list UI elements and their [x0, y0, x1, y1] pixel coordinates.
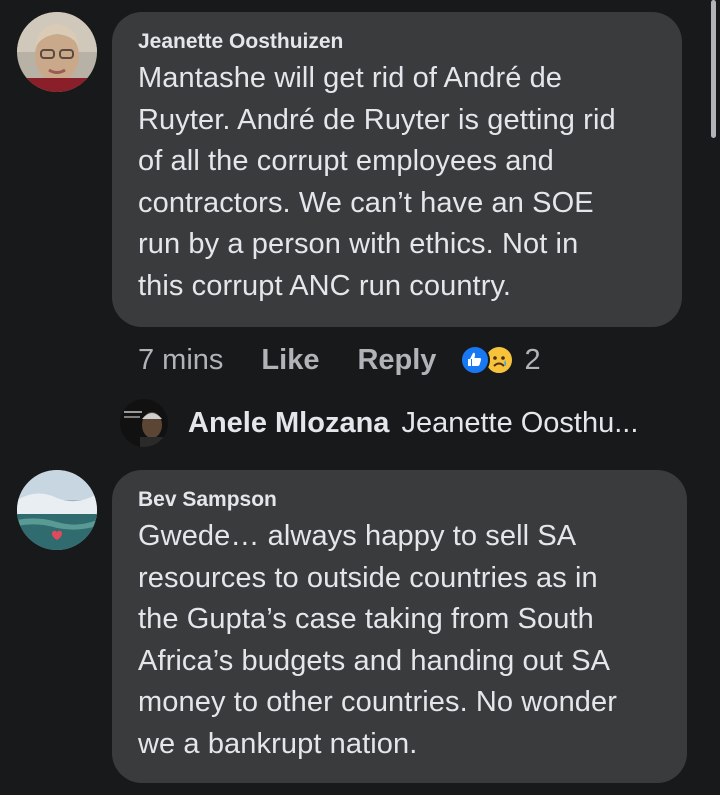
profile-photo-icon [120, 399, 168, 447]
reply-author[interactable]: Anele Mlozana [188, 407, 389, 440]
comment-author[interactable]: Jeanette Oosthuizen [138, 28, 656, 56]
comment-text-line: this corrupt ANC run country. [138, 269, 512, 302]
scrollbar[interactable] [711, 0, 716, 138]
comment-text-line: Africa’s budgets and handing out SA [138, 644, 611, 677]
comment-text-line: Ruyter. André de Ruyter is getting rid [138, 103, 616, 136]
avatar-bev[interactable] [17, 470, 97, 550]
reaction-count: 2 [524, 343, 541, 376]
comment-bubble: Jeanette Oosthuizen Mantashe will get ri… [112, 12, 682, 327]
comment-text-line: Gwede… always happy to sell SA [138, 520, 577, 552]
comment-author[interactable]: Bev Sampson [138, 486, 661, 514]
comment-text: Mantashe will get rid of André de Ruyter… [138, 58, 656, 307]
comment-timestamp[interactable]: 7 mins [138, 344, 223, 377]
reply-button[interactable]: Reply [357, 344, 436, 377]
avatar-anele[interactable] [120, 399, 168, 447]
comment-text-line: resources to outside countries as in [138, 561, 598, 594]
comment-bubble: Bev Sampson Gwede… always happy to sell … [112, 470, 687, 783]
comment-text-line: the Gupta’s case taking from South [138, 603, 594, 635]
comment-text: Gwede… always happy to sell SA resources… [138, 516, 661, 765]
comment-actions: 7 mins Like Reply 2 [138, 337, 541, 383]
reply-preview[interactable]: Anele Mlozana Jeanette Oosthu... [120, 398, 638, 448]
comment-text-line: of all the corrupt employees and [138, 145, 554, 177]
comment-text-line: we a bankrupt nation. [138, 727, 418, 760]
avatar-jeanette[interactable] [17, 12, 97, 92]
profile-photo-icon [17, 470, 97, 550]
like-icon [460, 345, 491, 375]
reactions-summary[interactable]: 2 [460, 343, 541, 377]
comment-text-line: money to other countries. No wonder [138, 686, 618, 718]
reply-snippet: Jeanette Oosthu... [401, 406, 639, 439]
comment-text-line: contractors. We can’t have an SOE [138, 186, 594, 219]
comment-text-line: Mantashe will get rid of André de [138, 62, 563, 94]
comment-text-line: run by a person with ethics. Not in [138, 228, 579, 260]
profile-photo-icon [17, 12, 97, 92]
like-button[interactable]: Like [261, 344, 319, 377]
